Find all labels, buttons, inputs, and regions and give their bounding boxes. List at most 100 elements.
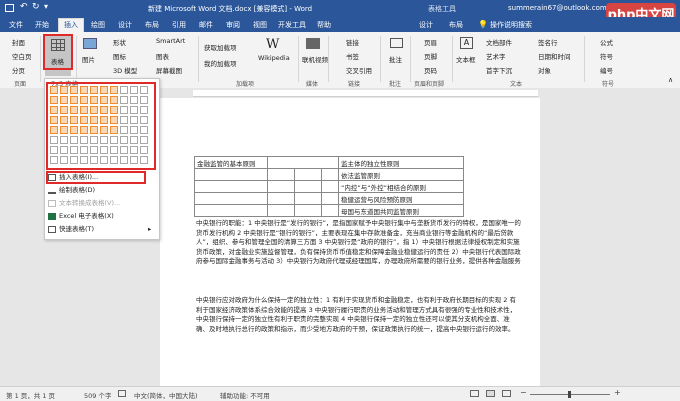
redo-icon[interactable]: ↻: [32, 2, 40, 12]
number-button[interactable]: 编号: [600, 65, 613, 75]
signature-line-button[interactable]: 签名行: [538, 37, 558, 47]
tab-file[interactable]: 文件: [6, 19, 26, 32]
print-layout-icon[interactable]: [486, 390, 495, 397]
table-cell[interactable]: [321, 204, 339, 217]
wordart-button[interactable]: 艺术字: [486, 51, 506, 61]
zoom-out-icon[interactable]: −: [520, 388, 527, 397]
table-cell[interactable]: [194, 168, 268, 181]
comment-icon[interactable]: [390, 38, 403, 48]
menu-draw-table[interactable]: 绘制表格(D): [48, 185, 95, 196]
table-cell[interactable]: 母国与东道国共同监管原则: [338, 204, 464, 217]
proofing-icon[interactable]: [118, 390, 126, 397]
blank-page-button[interactable]: 空白页: [12, 51, 32, 61]
link-button[interactable]: 链接: [346, 37, 359, 47]
tab-insert[interactable]: 插入: [58, 18, 84, 33]
table-cell[interactable]: 依法监管原则: [338, 168, 464, 181]
picture-button[interactable]: 图片: [82, 54, 95, 64]
tab-developer[interactable]: 开发工具: [276, 19, 308, 32]
online-video-button[interactable]: 联机视频: [302, 54, 328, 64]
table-cell[interactable]: [267, 180, 295, 193]
table-cell[interactable]: [294, 156, 322, 169]
language-indicator[interactable]: 中文(简体，中国大陆): [134, 390, 198, 400]
table-cell[interactable]: [267, 156, 295, 169]
page-count[interactable]: 第 1 页，共 1 页: [6, 390, 55, 400]
tab-review[interactable]: 审阅: [223, 19, 243, 32]
tab-layout[interactable]: 布局: [142, 19, 162, 32]
web-layout-icon[interactable]: [502, 390, 511, 397]
collapse-ribbon-icon[interactable]: ∧: [668, 76, 673, 84]
bookmark-button[interactable]: 书签: [346, 51, 359, 61]
page-break-button[interactable]: 分页: [12, 65, 25, 75]
autosave-icon[interactable]: [5, 4, 14, 12]
table-cell[interactable]: [267, 204, 295, 217]
cover-page-button[interactable]: 封面: [12, 37, 25, 47]
video-icon[interactable]: [306, 38, 320, 49]
doc-parts-button[interactable]: 文档部件: [486, 37, 512, 47]
table-cell[interactable]: [321, 180, 339, 193]
table-cell[interactable]: [267, 192, 295, 205]
read-mode-icon[interactable]: [470, 390, 479, 397]
customize-qat-icon[interactable]: ▾: [44, 2, 48, 11]
horizontal-ruler[interactable]: [193, 90, 538, 97]
footer-button[interactable]: 页脚: [424, 51, 437, 61]
get-addins-button[interactable]: 获取加载项: [204, 42, 237, 52]
table-cell[interactable]: 金融监管的基本原则: [194, 156, 268, 169]
account-email[interactable]: summerain67@outlook.com: [508, 4, 607, 12]
chart-button[interactable]: 图表: [156, 51, 169, 61]
textbox-icon[interactable]: A: [460, 37, 473, 49]
page-number-button[interactable]: 页码: [424, 65, 437, 75]
table-cell[interactable]: [294, 168, 322, 181]
shapes-button[interactable]: 形状: [113, 37, 126, 47]
cross-reference-button[interactable]: 交叉引用: [346, 65, 372, 75]
table-cell[interactable]: [194, 192, 268, 205]
table-cell[interactable]: [321, 168, 339, 181]
3d-models-button[interactable]: 3D 模型: [113, 65, 137, 75]
menu-quick-tables[interactable]: 快速表格(T) ▸: [48, 224, 151, 235]
comment-button[interactable]: 批注: [389, 54, 402, 64]
wikipedia-icon[interactable]: W: [266, 37, 279, 52]
tab-table-design[interactable]: 设计: [416, 19, 436, 32]
tab-table-layout[interactable]: 布局: [446, 19, 466, 32]
tab-help[interactable]: 帮助: [314, 19, 334, 32]
table-cell[interactable]: [294, 192, 322, 205]
drop-cap-button[interactable]: 首字下沉: [486, 65, 512, 75]
table-cell[interactable]: 监主体的独立性原则: [338, 156, 464, 169]
date-time-button[interactable]: 日期和时间: [538, 51, 571, 61]
zoom-slider-thumb[interactable]: [568, 391, 571, 398]
accessibility-checker[interactable]: 辅助功能: 不可用: [220, 390, 270, 400]
tab-design[interactable]: 设计: [115, 19, 135, 32]
symbol-button[interactable]: 符号: [600, 51, 613, 61]
table-cell[interactable]: [321, 192, 339, 205]
my-addins-button[interactable]: 我的加载项: [204, 58, 237, 68]
table-cell[interactable]: 稳健运营与风险预防原则: [338, 192, 464, 205]
body-paragraph[interactable]: 中央银行的职能：1 中央银行是“发行的银行”，是指国家赋予中央银行集中与垄断货币…: [196, 219, 521, 267]
table-cell[interactable]: [294, 180, 322, 193]
wikipedia-button[interactable]: Wikipedia: [258, 54, 290, 62]
tab-mailings[interactable]: 邮件: [196, 19, 216, 32]
textbox-button[interactable]: 文本框: [456, 54, 476, 64]
picture-icon[interactable]: [83, 38, 97, 49]
tab-references[interactable]: 引用: [169, 19, 189, 32]
tab-draw[interactable]: 绘图: [88, 19, 108, 32]
table-cell[interactable]: [194, 180, 268, 193]
document-table[interactable]: 金融监管的基本原则 监主体的独立性原则 依法监管原则 “内控”与“外控”相结合的…: [194, 156, 464, 217]
undo-icon[interactable]: ↶: [20, 2, 28, 12]
header-button[interactable]: 页眉: [424, 37, 437, 47]
menu-excel-spreadsheet[interactable]: Excel 电子表格(X): [48, 211, 114, 222]
tab-home[interactable]: 开始: [32, 19, 52, 32]
table-cell[interactable]: [194, 204, 268, 217]
object-button[interactable]: 对象: [538, 65, 551, 75]
table-cell[interactable]: [294, 204, 322, 217]
smartart-button[interactable]: SmartArt: [156, 37, 185, 45]
zoom-in-icon[interactable]: +: [614, 388, 621, 397]
table-cell[interactable]: [321, 156, 339, 169]
tell-me-search[interactable]: 操作说明搜索: [490, 19, 542, 32]
icons-button[interactable]: 图标: [113, 51, 126, 61]
body-paragraph[interactable]: 中央银行应对政府为什么保持一定的独立性：1 有利于实现货币和金融稳定，也有利于政…: [196, 296, 521, 334]
screenshot-button[interactable]: 屏幕截图: [156, 65, 182, 75]
tab-view[interactable]: 视图: [250, 19, 270, 32]
equation-button[interactable]: 公式: [600, 37, 613, 47]
table-cell[interactable]: [267, 168, 295, 181]
table-cell[interactable]: “内控”与“外控”相结合的原则: [338, 180, 464, 193]
word-count[interactable]: 509 个字: [84, 390, 111, 400]
